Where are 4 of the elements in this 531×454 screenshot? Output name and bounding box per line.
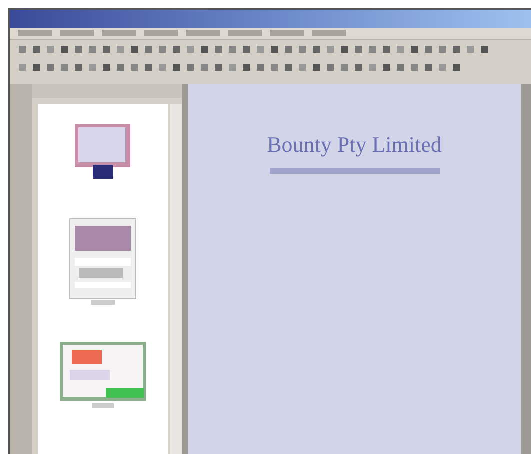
- slide-title: Bounty Pty Limited: [267, 132, 442, 158]
- slide-thumbnail[interactable]: [69, 218, 137, 306]
- scrollbar[interactable]: [170, 104, 182, 454]
- slide-thumbnail[interactable]: [75, 124, 131, 182]
